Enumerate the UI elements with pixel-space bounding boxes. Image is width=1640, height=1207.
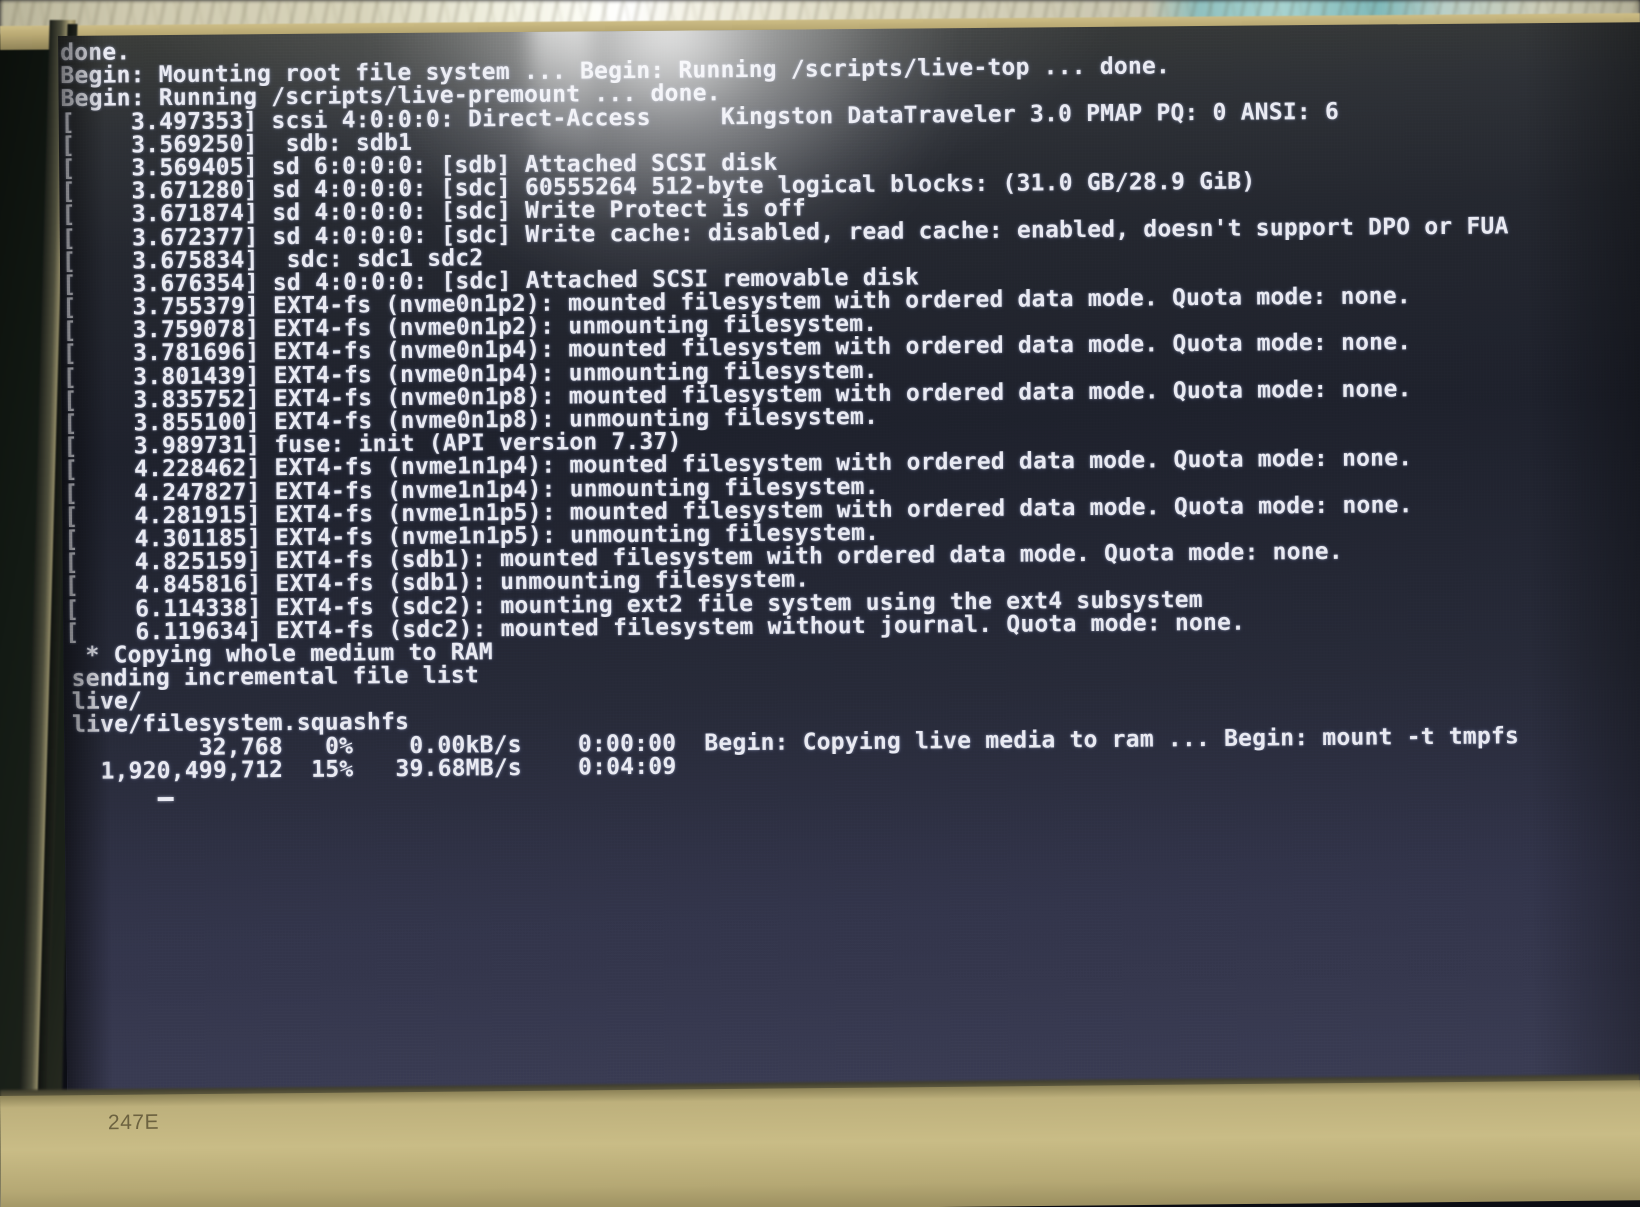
boot-console: done. Begin: Mounting root file system ..…: [58, 22, 1640, 807]
text-cursor: [157, 797, 174, 802]
monitor-photo: done. Begin: Mounting root file system ..…: [0, 0, 1640, 1207]
screen-lower-shading: [64, 792, 1640, 1098]
cursor-leading-space: [73, 781, 158, 807]
monitor-screen: done. Begin: Mounting root file system ..…: [58, 22, 1640, 1098]
monitor-bezel-bottom: [0, 1080, 1640, 1207]
monitor-model-label: 247E: [107, 1110, 160, 1135]
